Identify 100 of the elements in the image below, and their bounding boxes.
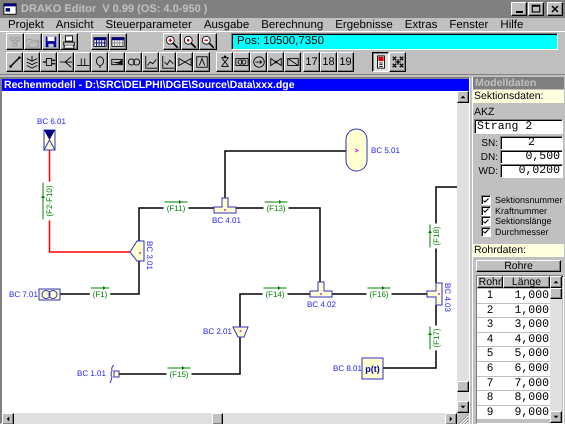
- tee-tool-button[interactable]: [74, 52, 91, 72]
- table-cell: 1,000: [503, 304, 550, 318]
- scroll-left-button[interactable]: [2, 413, 14, 424]
- number-button[interactable]: 18: [320, 52, 337, 72]
- save-button[interactable]: [42, 33, 60, 50]
- printer-icon: [62, 34, 76, 48]
- checkbox[interactable]: [481, 195, 491, 206]
- menu-item[interactable]: Fenster: [443, 18, 494, 30]
- number-button[interactable]: 17: [303, 52, 320, 72]
- valve-tool-button[interactable]: [216, 52, 233, 72]
- flow-label: (F14): [265, 290, 285, 299]
- checkbox-label: Sektionslänge: [495, 216, 552, 226]
- scroll-up-button[interactable]: [550, 276, 562, 288]
- graph-tool-button[interactable]: [159, 52, 176, 72]
- arrow-tool-button[interactable]: [250, 52, 267, 72]
- branch-symbol: [129, 240, 144, 262]
- table-cell: 4,000: [503, 332, 550, 346]
- menu-item[interactable]: Steuerparameter: [100, 18, 198, 30]
- valve-tool-button[interactable]: [91, 52, 108, 72]
- square-icon: [194, 55, 208, 69]
- table-cell: 1,000: [503, 289, 550, 303]
- column-header[interactable]: Länge: [503, 276, 550, 288]
- flow-label: (F2-F10): [45, 185, 54, 217]
- table-icon: [111, 34, 125, 48]
- bowtie-icon: [268, 55, 282, 69]
- flow-arrow-icon: [428, 224, 432, 248]
- node-label: BC 4.02: [307, 300, 336, 309]
- minimize-button[interactable]: [511, 2, 527, 16]
- zoom-out-button[interactable]: [199, 33, 217, 50]
- zoom-in-button[interactable]: [163, 33, 181, 50]
- checkbox[interactable]: [481, 226, 491, 237]
- bowtie-icon: [178, 55, 192, 69]
- scroll-up-button[interactable]: [457, 91, 469, 103]
- scroll-thumb[interactable]: [550, 288, 562, 299]
- menu-item[interactable]: Ergebnisse: [329, 18, 399, 30]
- flow-label: (F11): [166, 204, 186, 213]
- column-header[interactable]: Rohr: [477, 276, 503, 288]
- bowtie-tool-button[interactable]: [176, 52, 193, 72]
- device-button[interactable]: [372, 52, 389, 72]
- menu-item[interactable]: Ausgabe: [198, 18, 256, 30]
- field-label: AKZ: [473, 105, 496, 118]
- zoom-button[interactable]: [181, 33, 199, 50]
- table-button[interactable]: [91, 33, 109, 50]
- tee-symbol: [310, 282, 332, 298]
- scroll-down-button[interactable]: [550, 411, 562, 423]
- table-cell: 3: [477, 318, 503, 332]
- maximize-button[interactable]: [528, 2, 544, 16]
- flow-label: (F18): [432, 226, 441, 246]
- checkbox-label: Durchmesser: [495, 226, 549, 237]
- valve-symbol: [43, 130, 56, 150]
- tee-symbol: [214, 198, 236, 214]
- table-cell: 4: [477, 332, 503, 346]
- pipes-button[interactable]: Rohre: [476, 260, 561, 272]
- panel-title: Modelldaten: [473, 77, 564, 89]
- scroll-down-button[interactable]: [457, 401, 469, 413]
- table-button[interactable]: [109, 33, 127, 50]
- slash-tool-button[interactable]: [284, 52, 301, 72]
- table-cell: 8: [477, 391, 503, 405]
- pattern-icon: [390, 55, 404, 69]
- minimize-icon: [516, 11, 522, 13]
- magnifier-icon: [183, 34, 197, 48]
- network-icon: [8, 34, 22, 48]
- square-tool-button[interactable]: [193, 52, 210, 72]
- checkbox[interactable]: [481, 206, 491, 216]
- akz-field[interactable]: Strang 2: [474, 119, 563, 134]
- pressure-label: p(t): [365, 364, 380, 374]
- number-button[interactable]: 19: [337, 52, 354, 72]
- menu-item[interactable]: Hilfe: [494, 18, 530, 30]
- section-heading: Rohrdaten:: [473, 244, 564, 257]
- menu-item[interactable]: Berechnung: [255, 18, 330, 30]
- graph-tool-button[interactable]: [142, 52, 159, 72]
- table-cell: 9: [477, 406, 503, 420]
- print-button[interactable]: [60, 33, 78, 50]
- flow-label: (F16): [369, 290, 389, 299]
- table-cell: 5: [477, 347, 503, 361]
- menu-item[interactable]: Ansicht: [50, 18, 100, 30]
- close-button[interactable]: [547, 2, 563, 16]
- pump-tool-button[interactable]: [233, 52, 250, 72]
- scroll-thumb[interactable]: [457, 381, 469, 392]
- layers-tool-button[interactable]: [23, 52, 40, 72]
- branch-tool-button[interactable]: [57, 52, 74, 72]
- box-tool-button[interactable]: [108, 52, 125, 72]
- menu-item[interactable]: Projekt: [2, 18, 50, 30]
- pattern-button[interactable]: [389, 52, 406, 72]
- line-tool-button[interactable]: [6, 52, 23, 72]
- flow-arrow-icon: [264, 200, 288, 204]
- table-cell: 9,000: [503, 406, 550, 420]
- bowtie-tool-button[interactable]: [267, 52, 284, 72]
- plug-tool-button[interactable]: [40, 52, 57, 72]
- flow-label: (F15): [169, 370, 189, 379]
- scroll-right-button[interactable]: [445, 413, 457, 424]
- checkbox[interactable]: [481, 216, 491, 226]
- menu-item[interactable]: Extras: [398, 18, 444, 30]
- node-label: BC 3.01: [145, 241, 154, 270]
- maximize-icon: [530, 3, 542, 15]
- window-title: DRAKO Editor V 0.99 (OS: 4.0-950 ): [21, 3, 208, 15]
- pump-tool-button[interactable]: [125, 52, 142, 72]
- scroll-thumb[interactable]: [212, 413, 223, 424]
- table-cell: 6: [477, 362, 503, 376]
- checkbox-label: Sektionsnummer: [495, 195, 563, 206]
